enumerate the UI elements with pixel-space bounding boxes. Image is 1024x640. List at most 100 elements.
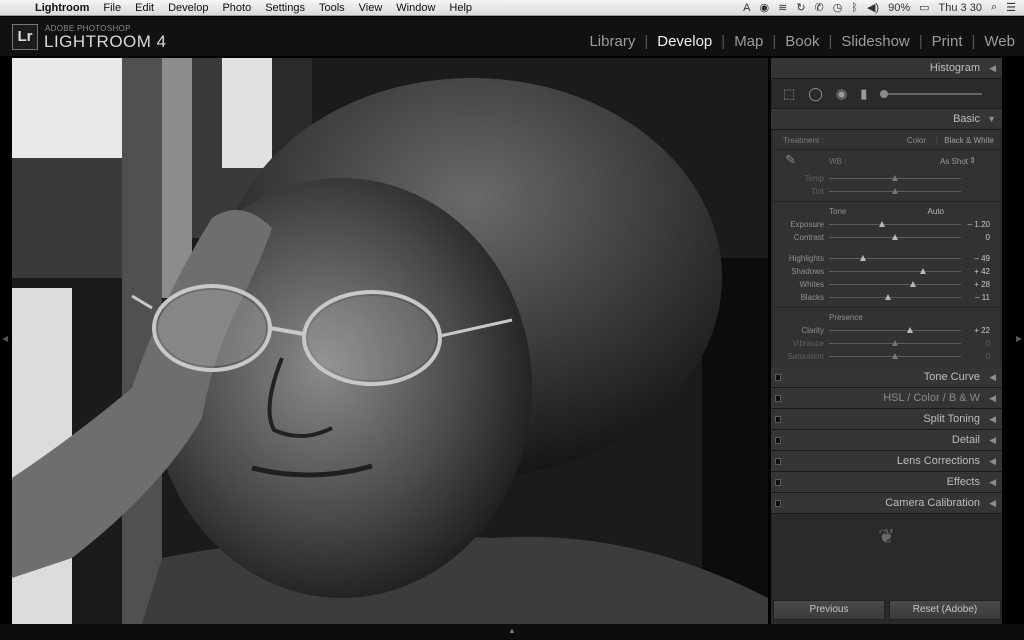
slider-knob[interactable]: [910, 281, 917, 287]
spotlight-icon[interactable]: ⌕: [991, 1, 997, 14]
slider-knob[interactable]: [919, 268, 926, 274]
time-machine-icon[interactable]: ◷: [833, 1, 843, 14]
slider-knob[interactable]: [892, 234, 898, 240]
effects-header[interactable]: Effects ◀: [771, 472, 1002, 493]
slider-track[interactable]: [829, 297, 961, 298]
battery-percent[interactable]: 90%: [888, 2, 910, 14]
collapse-left-icon: ◀: [989, 477, 996, 487]
slider-knob[interactable]: [892, 340, 898, 346]
module-library[interactable]: Library: [588, 33, 636, 50]
slider-track[interactable]: [829, 284, 961, 285]
module-separator: |: [772, 33, 777, 50]
bottom-panel-toggle-icon[interactable]: ▲: [508, 626, 516, 635]
wb-value[interactable]: As Shot: [940, 157, 968, 166]
panel-switch-icon[interactable]: [775, 374, 781, 381]
slider-knob[interactable]: [878, 221, 885, 227]
hsl-header[interactable]: HSL / Color / B & W ◀: [771, 388, 1002, 409]
slider-whites[interactable]: Whites + 28: [773, 278, 1000, 291]
auto-tone-button[interactable]: Auto: [928, 207, 944, 216]
panel-switch-icon[interactable]: [775, 395, 781, 402]
menu-help[interactable]: Help: [442, 2, 479, 14]
previous-button[interactable]: Previous: [773, 600, 885, 620]
histogram-header[interactable]: Histogram ◀: [771, 58, 1002, 79]
slider-knob[interactable]: [892, 188, 898, 194]
sync-icon[interactable]: ↻: [796, 1, 805, 14]
spot-removal-icon[interactable]: ◯: [808, 86, 823, 102]
volume-icon[interactable]: ◀): [867, 1, 879, 14]
wifi-icon[interactable]: ≋: [778, 1, 787, 14]
panel-title: Split Toning: [923, 413, 980, 425]
slider-saturation[interactable]: Saturation 0: [773, 350, 1000, 363]
slider-label: Blacks: [800, 293, 824, 302]
bluetooth-icon[interactable]: ᛒ: [851, 2, 858, 14]
phone-icon[interactable]: ✆: [815, 1, 824, 14]
split-toning-header[interactable]: Split Toning ◀: [771, 409, 1002, 430]
slider-knob[interactable]: [906, 327, 913, 333]
menu-file[interactable]: File: [96, 2, 128, 14]
slider-shadows[interactable]: Shadows + 42: [773, 265, 1000, 278]
slider-contrast[interactable]: Contrast 0: [773, 231, 1000, 244]
menu-photo[interactable]: Photo: [215, 2, 258, 14]
menu-edit[interactable]: Edit: [128, 2, 161, 14]
battery-icon[interactable]: ▭: [919, 1, 929, 14]
presence-label: Presence: [829, 313, 863, 322]
module-slideshow[interactable]: Slideshow: [840, 33, 910, 50]
panel-switch-icon[interactable]: [775, 458, 781, 465]
slider-track[interactable]: [829, 224, 961, 225]
right-panel-toggle-icon[interactable]: ▶: [1016, 334, 1022, 343]
reset-button[interactable]: Reset (Adobe): [889, 600, 1001, 620]
slider-track[interactable]: [829, 258, 961, 259]
slider-vibrance[interactable]: Vibrance 0: [773, 337, 1000, 350]
slider-clarity[interactable]: Clarity + 22: [773, 324, 1000, 337]
wb-dropdown-icon[interactable]: ⇕: [969, 156, 976, 165]
slider-knob[interactable]: [892, 353, 898, 359]
panel-switch-icon[interactable]: [775, 437, 781, 444]
slider-temp[interactable]: Temp: [773, 172, 1000, 185]
module-web[interactable]: Web: [983, 33, 1016, 50]
lens-corrections-header[interactable]: Lens Corrections ◀: [771, 451, 1002, 472]
slider-value: 0: [985, 352, 990, 361]
menu-view[interactable]: View: [352, 2, 390, 14]
menu-settings[interactable]: Settings: [258, 2, 312, 14]
slider-knob[interactable]: [884, 294, 891, 300]
crop-overlay-icon[interactable]: ⬚: [783, 86, 795, 102]
collapse-down-icon: ▼: [987, 114, 996, 124]
panel-switch-icon[interactable]: [775, 500, 781, 507]
treatment-bw[interactable]: Black & White: [944, 136, 994, 145]
module-picker: Library | Develop | Map | Book | Slideshow | …: [588, 33, 1016, 50]
detail-header[interactable]: Detail ◀: [771, 430, 1002, 451]
menu-develop[interactable]: Develop: [161, 2, 215, 14]
module-book[interactable]: Book: [784, 33, 820, 50]
adjustment-brush-slider[interactable]: [880, 89, 983, 98]
slider-tint[interactable]: Tint: [773, 185, 1000, 198]
camera-calibration-header[interactable]: Camera Calibration ◀: [771, 493, 1002, 514]
treatment-color[interactable]: Color: [907, 136, 926, 145]
menu-window[interactable]: Window: [389, 2, 442, 14]
notification-icon[interactable]: ☰: [1006, 1, 1016, 14]
red-eye-icon[interactable]: ◉: [836, 86, 847, 102]
slider-knob[interactable]: [892, 175, 898, 181]
left-panel-toggle-icon[interactable]: ◀: [2, 334, 8, 343]
graduated-filter-icon[interactable]: ▮: [860, 86, 867, 102]
menu-app-name[interactable]: Lightroom: [28, 2, 96, 14]
globe-icon[interactable]: ◉: [759, 1, 769, 14]
slider-blacks[interactable]: Blacks – 11: [773, 291, 1000, 304]
module-develop[interactable]: Develop: [656, 33, 713, 50]
wb-eyedropper-icon[interactable]: ✎: [785, 152, 796, 168]
slider-highlights[interactable]: Highlights – 49: [773, 252, 1000, 265]
slider-track[interactable]: [829, 271, 961, 272]
slider-track[interactable]: [829, 330, 961, 331]
panel-switch-icon[interactable]: [775, 479, 781, 486]
panel-switch-icon[interactable]: [775, 416, 781, 423]
menubar-clock[interactable]: Thu 3 30: [939, 2, 982, 14]
tone-curve-header[interactable]: Tone Curve ◀: [771, 367, 1002, 388]
slider-exposure[interactable]: Exposure – 1.20: [773, 218, 1000, 231]
basic-title: Basic: [953, 113, 980, 125]
basic-header[interactable]: Basic ▼: [771, 109, 1002, 130]
menu-tools[interactable]: Tools: [312, 2, 352, 14]
photo-canvas[interactable]: [12, 58, 768, 624]
module-print[interactable]: Print: [931, 33, 964, 50]
adobe-icon[interactable]: A: [743, 2, 750, 14]
module-map[interactable]: Map: [733, 33, 764, 50]
slider-knob[interactable]: [859, 255, 866, 261]
